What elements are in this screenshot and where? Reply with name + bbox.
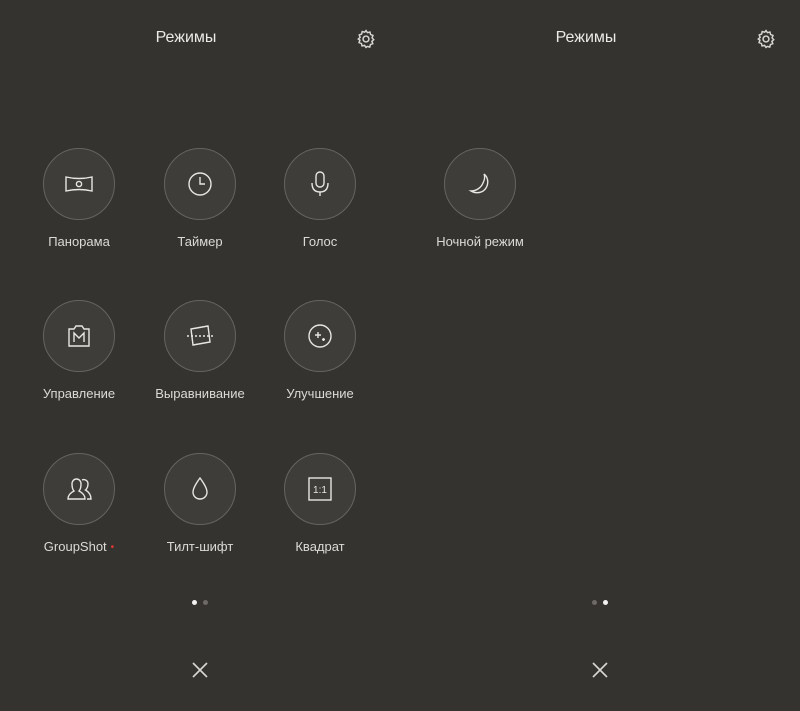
- mode-label: Панорама: [48, 234, 110, 249]
- mode-label: Тилт-шифт: [166, 539, 234, 554]
- mode-groupshot[interactable]: GroupShot •: [19, 453, 139, 554]
- mode-label: Улучшение: [286, 386, 354, 401]
- mode-panorama[interactable]: Панорама: [19, 148, 139, 249]
- mode-label: Голос: [302, 234, 338, 249]
- page-indicator: [0, 600, 400, 606]
- mode-beautify[interactable]: Улучшение: [260, 300, 380, 401]
- mode-label: Таймер: [177, 234, 223, 249]
- microphone-icon: [311, 171, 329, 196]
- mode-square[interactable]: 1:1 Квадрат: [260, 453, 380, 554]
- modes-screen-page-1: Режимы Панорама Таймер Голос Управление …: [0, 0, 400, 711]
- drop-icon: [192, 476, 208, 500]
- page-dot: [203, 600, 208, 605]
- mode-timer[interactable]: Таймер: [140, 148, 260, 249]
- mode-night[interactable]: Ночной режим: [420, 148, 540, 249]
- gear-icon[interactable]: [355, 28, 377, 50]
- moon-icon: [468, 173, 489, 194]
- timer-icon: [188, 172, 212, 196]
- square-icon-text: 1:1: [313, 485, 327, 496]
- mode-voice[interactable]: Голос: [260, 148, 380, 249]
- mode-label: Квадрат: [295, 539, 345, 554]
- mode-tilt-shift[interactable]: Тилт-шифт: [140, 453, 260, 554]
- panorama-icon: [65, 176, 93, 192]
- mode-straighten[interactable]: Выравнивание: [140, 300, 260, 401]
- page-dot: [592, 600, 597, 605]
- close-icon[interactable]: [190, 660, 210, 680]
- mode-label: Выравнивание: [155, 386, 245, 401]
- page-dot-active: [603, 600, 608, 605]
- page-dot-active: [192, 600, 197, 605]
- gear-icon[interactable]: [755, 28, 777, 50]
- modes-screen-page-2: Режимы Ночной режим: [400, 0, 800, 711]
- new-badge: •: [110, 542, 115, 553]
- square-icon: 1:1: [308, 477, 332, 501]
- mode-label-text: GroupShot: [43, 539, 107, 554]
- page-indicator: [400, 600, 800, 606]
- group-icon: [67, 478, 92, 500]
- straighten-icon: [187, 325, 213, 346]
- mode-label: Ночной режим: [436, 234, 524, 249]
- mode-manual[interactable]: Управление: [19, 300, 139, 401]
- close-icon[interactable]: [590, 660, 610, 680]
- mode-label: GroupShot •: [19, 539, 139, 554]
- manual-mode-icon: [68, 325, 90, 347]
- beautify-icon: [308, 324, 332, 348]
- page-title: Режимы: [155, 29, 217, 46]
- page-title: Режимы: [555, 29, 617, 46]
- mode-label: Управление: [42, 386, 116, 401]
